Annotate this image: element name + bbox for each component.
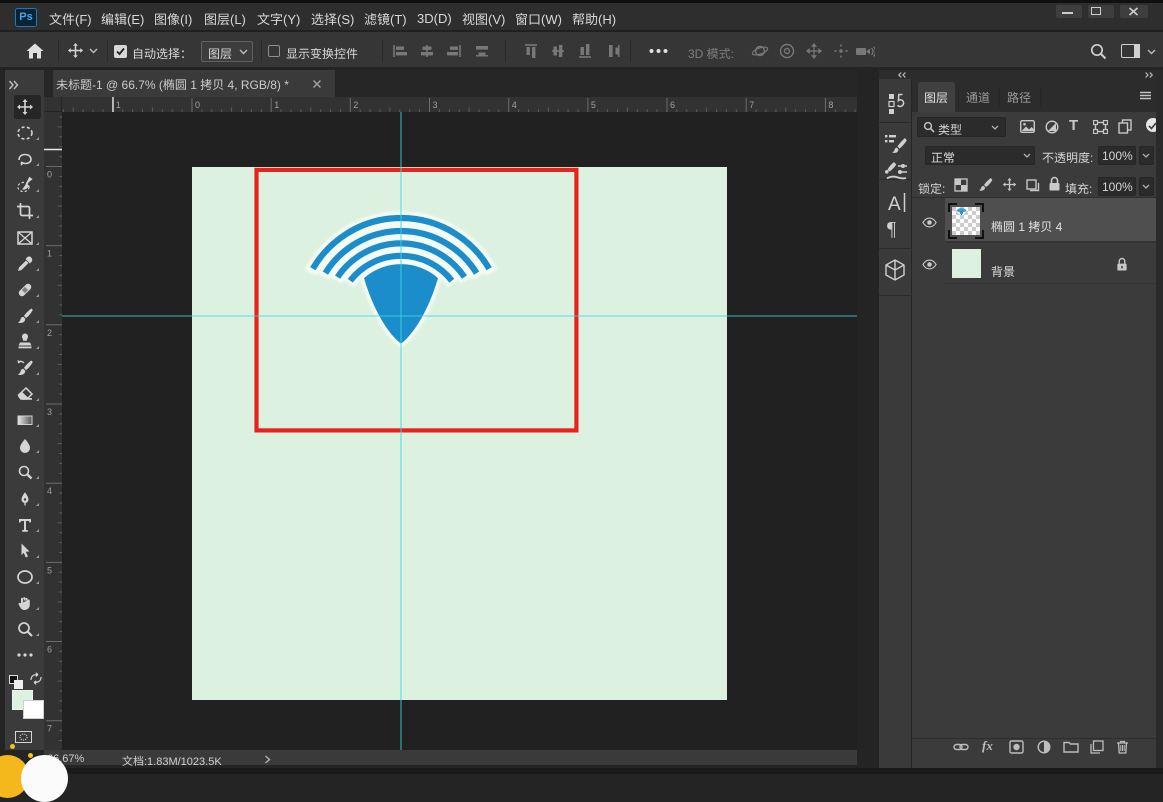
svg-text:5: 5: [591, 100, 596, 110]
svg-text:4: 4: [512, 100, 517, 110]
svg-text:3: 3: [433, 100, 438, 110]
svg-text:3: 3: [47, 407, 52, 417]
svg-text:6: 6: [670, 100, 675, 110]
svg-text:1: 1: [274, 100, 279, 110]
svg-text:4: 4: [47, 486, 52, 496]
svg-text:A: A: [888, 194, 901, 215]
svg-text:2: 2: [47, 328, 52, 338]
svg-text:0: 0: [195, 100, 200, 110]
svg-text:1: 1: [47, 249, 52, 259]
svg-text:8: 8: [828, 100, 833, 110]
svg-text:2: 2: [353, 100, 358, 110]
svg-text:7: 7: [749, 100, 754, 110]
svg-text:7: 7: [47, 724, 52, 734]
svg-text:1: 1: [116, 100, 121, 110]
svg-text:6: 6: [47, 645, 52, 655]
svg-text:0: 0: [47, 170, 52, 180]
svg-text:5: 5: [47, 565, 52, 575]
svg-text:¶: ¶: [887, 218, 896, 240]
